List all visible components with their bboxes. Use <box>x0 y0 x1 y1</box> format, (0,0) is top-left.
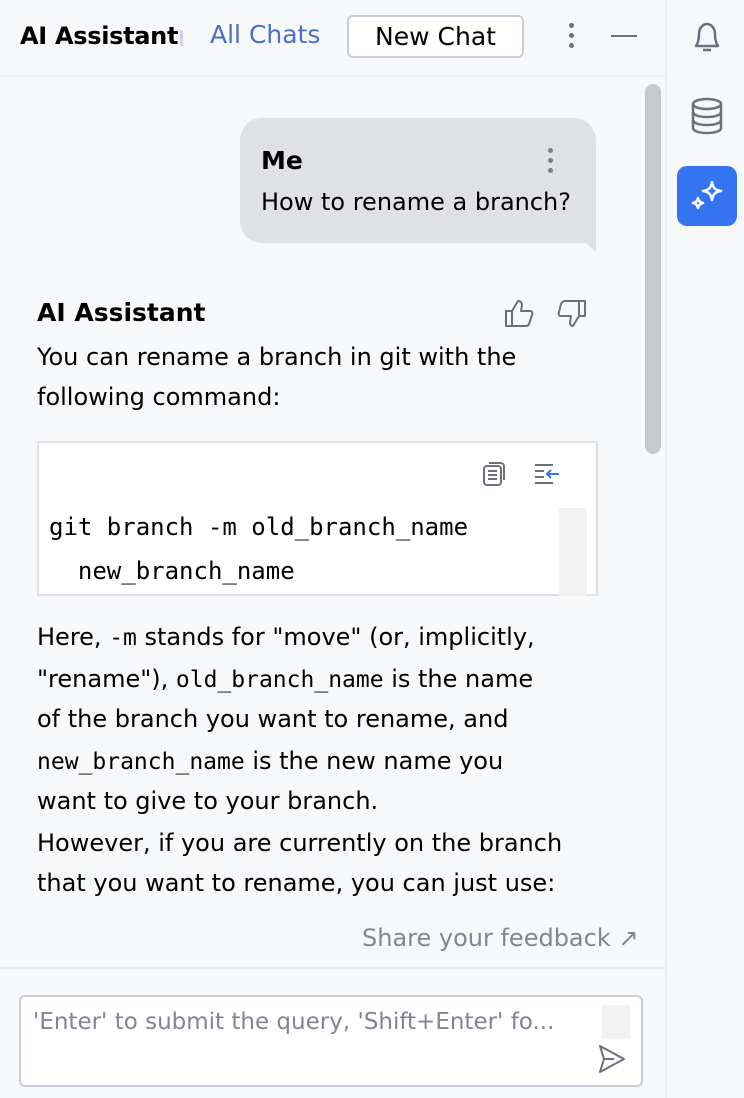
input-scrollbar <box>602 1005 630 1039</box>
share-feedback-link[interactable]: Share your feedback ↗ <box>362 924 638 952</box>
panel-header: AI Assistant All Chats New Chat <box>0 0 665 77</box>
explanation-line-6: However, if you are currently on the bra… <box>37 829 563 857</box>
text: stands for "move" (or, implicitly, <box>136 623 535 651</box>
code-scrollbar[interactable] <box>559 508 587 596</box>
chat-scrollbar[interactable] <box>645 84 661 454</box>
inline-code: old_branch_name <box>175 667 384 693</box>
input-area <box>0 967 665 1098</box>
assistant-intro-line-1: You can rename a branch in git with the <box>37 343 517 371</box>
thumbs-up-icon[interactable] <box>503 297 537 331</box>
user-message-author: Me <box>261 146 303 175</box>
assistant-intro-line-2: following command: <box>37 383 281 411</box>
database-icon <box>691 97 723 135</box>
text: Here, <box>37 623 110 651</box>
database-button[interactable] <box>677 86 737 146</box>
inline-code: -m <box>109 625 137 651</box>
minimize-icon[interactable] <box>608 24 640 48</box>
more-vertical-icon[interactable] <box>562 20 582 52</box>
insert-at-caret-icon[interactable] <box>532 459 562 489</box>
message-more-icon[interactable] <box>545 146 557 178</box>
user-message-text: How to rename a branch? <box>261 188 572 216</box>
bell-icon <box>694 22 720 52</box>
all-chats-link[interactable]: All Chats <box>210 20 320 49</box>
code-line-1: git branch -m old_branch_name <box>49 513 469 541</box>
title-separator <box>180 30 183 46</box>
text: "rename"), <box>37 665 176 693</box>
user-message-bubble: Me How to rename a branch? <box>240 118 596 243</box>
code-block: git branch -m old_branch_name new_branch… <box>37 441 598 596</box>
explanation-line-7: that you want to rename, you can just us… <box>37 869 556 897</box>
new-chat-button[interactable]: New Chat <box>347 15 524 58</box>
explanation-line-2: "rename"), old_branch_name is the name <box>37 659 533 700</box>
copy-icon[interactable] <box>479 459 509 489</box>
assistant-message-author: AI Assistant <box>37 298 206 327</box>
ai-assistant-panel: AI Assistant All Chats New Chat Me How t… <box>0 0 667 1098</box>
send-icon[interactable] <box>597 1043 627 1075</box>
thumbs-down-icon[interactable] <box>554 297 588 331</box>
explanation-line-5: want to give to your branch. <box>37 787 379 815</box>
explanation-line-1: Here, -m stands for "move" (or, implicit… <box>37 617 535 658</box>
notifications-button[interactable] <box>677 6 737 66</box>
ai-assistant-rail-button[interactable] <box>677 166 737 226</box>
panel-title: AI Assistant <box>20 22 179 50</box>
text: is the name <box>383 665 534 693</box>
code-line-2: new_branch_name <box>49 557 295 585</box>
explanation-line-4: new_branch_name is the new name you <box>37 741 503 782</box>
text: is the new name you <box>244 747 504 775</box>
explanation-line-3: of the branch you want to rename, and <box>37 705 509 733</box>
query-input[interactable] <box>33 1005 593 1039</box>
query-input-box[interactable] <box>19 995 643 1087</box>
sparkle-icon <box>691 180 723 210</box>
right-tool-rail <box>669 0 744 1098</box>
bubble-tail <box>578 236 596 252</box>
inline-code: new_branch_name <box>37 749 245 775</box>
